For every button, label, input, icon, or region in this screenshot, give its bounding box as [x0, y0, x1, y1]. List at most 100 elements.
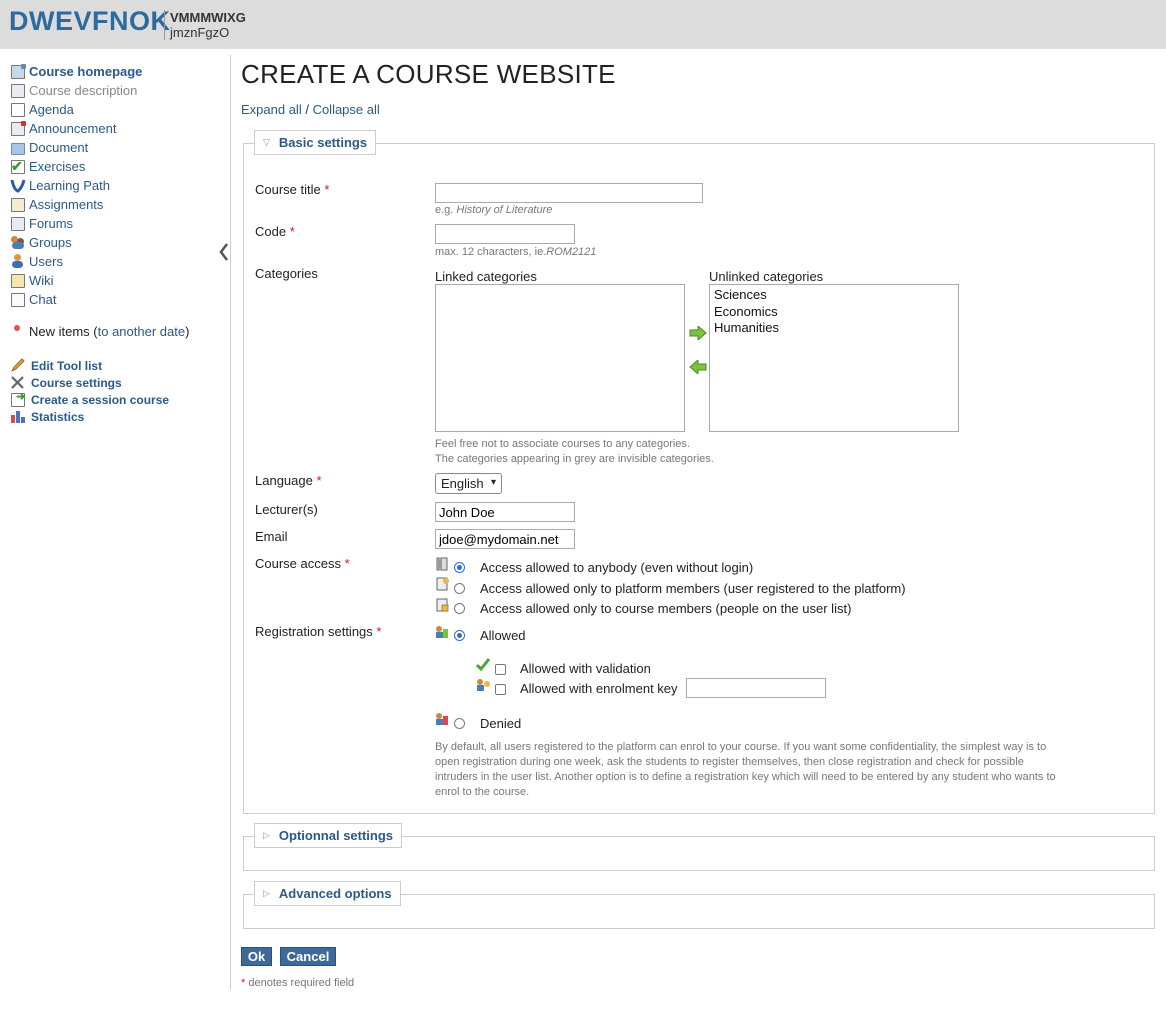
email-input[interactable] [435, 529, 575, 549]
expanded-triangle-icon: ▽ [263, 137, 270, 147]
sidebar-item-assignments[interactable]: Assignments [10, 195, 103, 214]
pencil-icon [10, 358, 26, 373]
course-settings-link[interactable]: Course settings [10, 374, 122, 391]
statistics-link[interactable]: Statistics [10, 408, 84, 425]
required-field-note: * denotes required field [241, 977, 355, 989]
sidebar-item-users[interactable]: Users [10, 252, 63, 271]
advanced-options-toggle[interactable]: ▷ Advanced options [254, 881, 401, 906]
sidebar-item-chat[interactable]: Chat [10, 290, 56, 309]
chevron-down-icon: ▾ [490, 477, 496, 488]
registration-label: Registration settings * [255, 624, 382, 639]
course-access-label: Course access * [255, 556, 350, 571]
language-select[interactable]: English ▾ [435, 473, 502, 494]
optional-settings-toggle[interactable]: ▷ Optionnal settings [254, 823, 403, 848]
sidebar-item-course-homepage[interactable]: Course homepage [10, 62, 142, 81]
course-title-hint: e.g. History of Literature [435, 204, 553, 216]
tools-icon [10, 375, 26, 390]
course-title-input[interactable] [435, 183, 703, 203]
cancel-button[interactable]: Cancel [280, 947, 336, 966]
statistics-icon [10, 409, 26, 424]
edit-tool-list-link[interactable]: Edit Tool list [10, 357, 102, 374]
expand-collapse-links: Expand all / Collapse all [241, 102, 380, 117]
access-platform-radio[interactable] [454, 583, 465, 594]
allowed-with-key-label: Allowed with enrolment key [520, 681, 678, 696]
wiki-icon [10, 273, 26, 288]
arrow-left-icon[interactable] [689, 358, 707, 376]
registration-allowed-icon [435, 625, 449, 639]
expand-all-link[interactable]: Expand all [241, 102, 302, 117]
registration-denied-icon [435, 712, 449, 726]
user-icon [10, 254, 26, 269]
unlinked-categories-label: Unlinked categories [709, 269, 824, 284]
folder-icon [10, 140, 26, 155]
collapse-all-link[interactable]: Collapse all [313, 102, 380, 117]
access-members-radio[interactable] [454, 603, 465, 614]
new-items-date-link[interactable]: to another date [98, 324, 185, 339]
header-divider [164, 10, 165, 40]
assignment-icon [10, 197, 26, 212]
members-access-icon [435, 598, 449, 612]
ok-button[interactable]: Ok [241, 947, 272, 966]
validation-check-icon [475, 657, 491, 672]
category-option[interactable]: Sciences [710, 287, 958, 304]
new-item-dot-icon [14, 324, 20, 331]
access-anybody-label: Access allowed to anybody (even without … [480, 560, 754, 575]
linked-categories-list[interactable] [435, 284, 685, 432]
home-icon [10, 64, 26, 79]
sidebar-item-groups[interactable]: Groups [10, 233, 72, 252]
calendar-icon [10, 102, 26, 117]
registration-denied-radio[interactable] [454, 718, 465, 729]
categories-label: Categories [255, 266, 318, 281]
chat-icon [10, 292, 26, 307]
lecturers-input[interactable] [435, 502, 575, 522]
course-code[interactable]: VMMMWIXG [170, 10, 246, 25]
access-anybody-radio[interactable] [454, 562, 465, 573]
lecturers-label: Lecturer(s) [255, 502, 318, 517]
enrolment-key-icon [476, 678, 490, 692]
registration-denied-label: Denied [480, 716, 522, 731]
platform-logo[interactable]: DWEVFNOK [9, 6, 171, 37]
sidebar-item-forums[interactable]: Forums [10, 214, 73, 233]
category-option[interactable]: Economics [710, 304, 958, 321]
access-platform-label: Access allowed only to platform members … [480, 581, 906, 596]
basic-settings-toggle[interactable]: ▽ Basic settings [254, 130, 377, 155]
collapse-sidebar-icon[interactable] [219, 243, 229, 261]
announcement-icon [10, 121, 26, 136]
sidebar-item-document[interactable]: Document [10, 138, 88, 157]
registration-allowed-label: Allowed [480, 628, 526, 643]
sidebar-divider [230, 55, 231, 990]
code-label: Code * [255, 224, 295, 239]
enrolment-key-input[interactable] [686, 678, 826, 698]
course-name[interactable]: jmznFgzO [170, 25, 229, 40]
learning-path-icon [10, 178, 26, 193]
categories-hint-2: The categories appearing in grey are inv… [435, 453, 714, 465]
create-session-course-link[interactable]: ➜ Create a session course [10, 391, 169, 408]
sidebar-item-exercises[interactable]: ✔ Exercises [10, 157, 85, 176]
arrow-right-icon[interactable] [689, 324, 707, 342]
allowed-with-key-checkbox[interactable] [495, 684, 506, 695]
groups-icon [10, 235, 26, 250]
collapsed-triangle-icon: ▷ [263, 888, 270, 898]
category-option[interactable]: Humanities [710, 320, 958, 337]
session-course-icon: ➜ [10, 391, 26, 407]
registration-allowed-radio[interactable] [454, 630, 465, 641]
allowed-with-validation-checkbox[interactable] [495, 664, 506, 675]
new-items-legend: New items (to another date) [10, 324, 189, 339]
categories-hint-1: Feel free not to associate courses to an… [435, 438, 690, 450]
access-members-label: Access allowed only to course members (p… [480, 601, 852, 616]
sidebar-item-announcement[interactable]: Announcement [10, 119, 116, 138]
code-input[interactable] [435, 224, 575, 244]
course-title-label: Course title * [255, 182, 330, 197]
sidebar-item-learning-path[interactable]: Learning Path [10, 176, 110, 195]
unlinked-categories-list[interactable]: Sciences Economics Humanities [709, 284, 959, 432]
description-icon [10, 83, 26, 98]
sidebar-item-course-description[interactable]: Course description [10, 81, 137, 100]
sidebar-item-agenda[interactable]: Agenda [10, 100, 74, 119]
collapsed-triangle-icon: ▷ [263, 830, 270, 840]
open-access-icon [435, 557, 449, 571]
page-title: CREATE A COURSE WEBSITE [241, 59, 616, 89]
sidebar-item-wiki[interactable]: Wiki [10, 271, 54, 290]
platform-access-icon [435, 577, 449, 591]
top-banner: DWEVFNOK VMMMWIXG jmznFgzO [0, 0, 1166, 49]
email-label: Email [255, 529, 288, 544]
